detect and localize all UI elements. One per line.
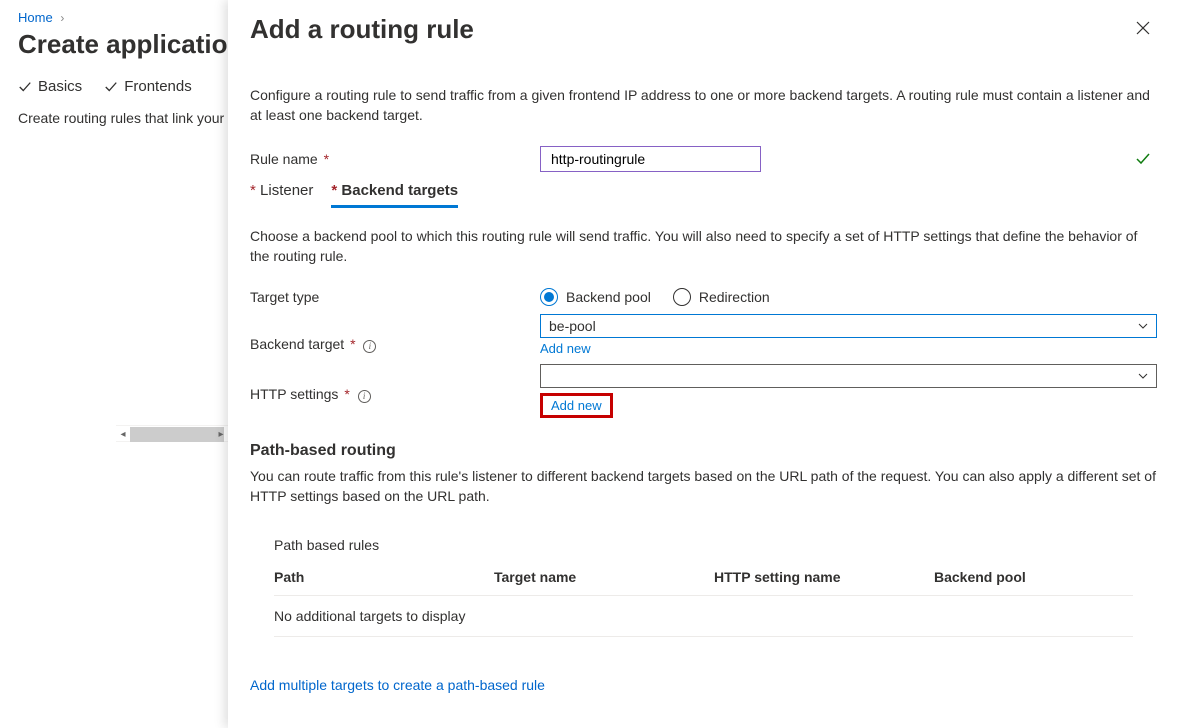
target-type-label: Target type [250, 289, 540, 305]
dropdown-value: be-pool [549, 318, 596, 334]
tab-backend-targets[interactable]: Backend targets [331, 182, 458, 208]
scroll-right-icon[interactable]: ▸ [214, 426, 228, 443]
radio-redirection[interactable]: Redirection [673, 288, 770, 306]
path-rules-empty: No additional targets to display [274, 596, 1133, 637]
info-icon[interactable]: i [358, 390, 371, 403]
rule-name-input[interactable] [540, 146, 761, 172]
add-routing-rule-panel: Add a routing rule Configure a routing r… [228, 0, 1179, 728]
close-icon[interactable] [1135, 20, 1151, 36]
path-routing-description: You can route traffic from this rule's l… [250, 466, 1157, 507]
radio-icon [540, 288, 558, 306]
radio-icon [673, 288, 691, 306]
panel-tabs: Listener Backend targets [250, 182, 1157, 208]
wizard-step-basics[interactable]: Basics [18, 78, 82, 95]
radio-backend-pool[interactable]: Backend pool [540, 288, 651, 306]
wizard-step-label: Basics [38, 78, 82, 95]
add-new-http-settings-link[interactable]: Add new [540, 393, 613, 418]
chevron-down-icon [1138, 371, 1148, 381]
path-routing-heading: Path-based routing [250, 442, 1157, 460]
http-settings-dropdown[interactable] [540, 364, 1157, 388]
path-rules-title: Path based rules [274, 537, 1133, 553]
panel-description: Configure a routing rule to send traffic… [250, 85, 1157, 126]
radio-label: Redirection [699, 289, 770, 305]
wizard-step-frontends[interactable]: Frontends [104, 78, 192, 95]
backend-description: Choose a backend pool to which this rout… [250, 226, 1157, 267]
rule-name-label: Rule name * [250, 151, 540, 167]
tab-listener[interactable]: Listener [250, 182, 313, 208]
check-icon [18, 80, 32, 94]
path-rules-header: Path Target name HTTP setting name Backe… [274, 569, 1133, 596]
http-settings-label: HTTP settings * i [250, 364, 540, 403]
backend-target-label: Backend target * i [250, 314, 540, 353]
col-target: Target name [494, 569, 714, 585]
col-pool: Backend pool [934, 569, 1133, 585]
chevron-right-icon: › [60, 11, 64, 25]
scroll-left-icon[interactable]: ◂ [116, 426, 130, 443]
radio-label: Backend pool [566, 289, 651, 305]
horizontal-scrollbar[interactable]: ◂ ▸ [116, 425, 228, 442]
scrollbar-thumb[interactable] [130, 427, 224, 442]
check-icon [104, 80, 118, 94]
wizard-step-label: Frontends [124, 78, 192, 95]
panel-title: Add a routing rule [250, 14, 474, 45]
breadcrumb-home[interactable]: Home [18, 10, 53, 25]
valid-check-icon [1135, 151, 1151, 167]
col-path: Path [274, 569, 494, 585]
add-new-backend-target-link[interactable]: Add new [540, 341, 591, 356]
info-icon[interactable]: i [363, 340, 376, 353]
chevron-down-icon [1138, 321, 1148, 331]
backend-target-dropdown[interactable]: be-pool [540, 314, 1157, 338]
add-multiple-targets-link[interactable]: Add multiple targets to create a path-ba… [250, 677, 545, 693]
col-http: HTTP setting name [714, 569, 934, 585]
